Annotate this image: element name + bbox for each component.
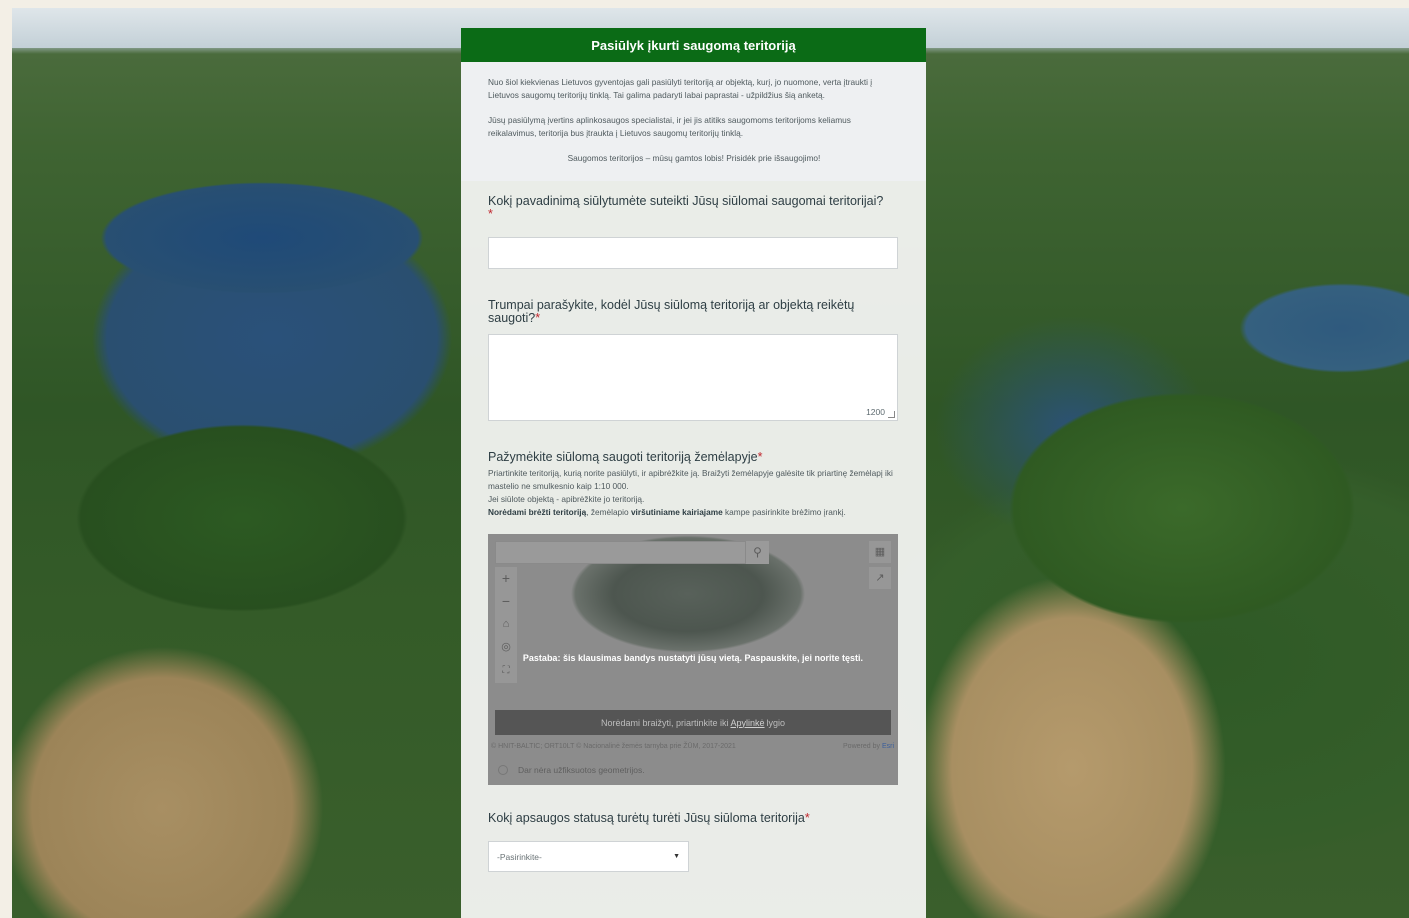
- intro-paragraph-2: Jūsų pasiūlymą įvertins aplinkosaugos sp…: [488, 115, 851, 138]
- zoom-out-icon[interactable]: −: [495, 590, 517, 613]
- required-mark: *: [757, 450, 763, 464]
- survey-form: Pasiūlyk įkurti saugomą teritoriją Nuo š…: [461, 28, 926, 918]
- map-search-button[interactable]: ⚲: [746, 541, 769, 564]
- reason-textarea[interactable]: 1200: [488, 334, 898, 421]
- map-widget[interactable]: ⚲ + − ⌂ ◎ ⛶ ▦ ↗ Pastaba: šis klausimas b…: [488, 534, 898, 785]
- name-input[interactable]: [488, 237, 898, 269]
- intro-paragraph-1: Nuo šiol kiekvienas Lietuvos gyventojas …: [488, 77, 873, 100]
- question-reason: Trumpai parašykite, kodėl Jūsų siūlomą t…: [461, 299, 926, 421]
- geometry-status: Dar nėra užfiksuotos geometrijos.: [488, 755, 898, 785]
- map-search-input[interactable]: [495, 541, 746, 564]
- zoom-in-icon[interactable]: +: [495, 567, 517, 590]
- question-map-label: Pažymėkite siūlomą saugoti teritoriją že…: [488, 450, 763, 464]
- search-icon: ⚲: [753, 545, 762, 559]
- map-help-text: Priartinkite teritoriją, kurią norite pa…: [488, 468, 893, 517]
- background-forest-right: [942, 348, 1409, 668]
- map-attribution: © HNIT-BALTIC; ORT10LT © Nacionalinė žem…: [491, 743, 736, 750]
- background-forest-left: [12, 388, 472, 648]
- form-title: Pasiūlyk įkurti saugomą teritoriją: [591, 37, 796, 53]
- resize-handle[interactable]: [888, 411, 895, 418]
- required-mark: *: [804, 811, 810, 825]
- question-map: Pažymėkite siūlomą saugoti teritoriją že…: [461, 451, 926, 785]
- home-icon[interactable]: ⌂: [495, 613, 517, 636]
- question-name-label: Kokį pavadinimą siūlytumėte suteikti Jūs…: [488, 194, 884, 221]
- char-counter: 1200: [866, 407, 885, 417]
- question-status: Kokį apsaugos statusą turėtų turėti Jūsų…: [461, 812, 926, 872]
- share-icon[interactable]: ↗: [869, 567, 891, 589]
- required-mark: *: [535, 311, 541, 325]
- zoom-level-link[interactable]: Apylinkė: [731, 718, 765, 728]
- form-header: Pasiūlyk įkurti saugomą teritoriją: [461, 28, 926, 62]
- required-mark: *: [488, 207, 493, 221]
- location-note[interactable]: Pastaba: šis klausimas bandys nustatyti …: [488, 653, 898, 663]
- map-nav-controls: + − ⌂ ◎ ⛶: [495, 567, 517, 683]
- caret-down-icon: ▼: [673, 853, 680, 860]
- question-reason-label: Trumpai parašykite, kodėl Jūsų siūlomą t…: [488, 298, 855, 325]
- draw-zoom-banner: Norėdami braižyti, priartinkite iki Apyl…: [495, 710, 891, 735]
- qr-code-icon[interactable]: ▦: [869, 541, 891, 563]
- form-intro: Nuo šiol kiekvienas Lietuvos gyventojas …: [461, 62, 926, 181]
- powered-by: Powered by Esri: [843, 743, 894, 750]
- question-name: Kokį pavadinimą siūlytumėte suteikti Jūs…: [461, 195, 926, 269]
- question-status-label: Kokį apsaugos statusą turėtų turėti Jūsų…: [488, 811, 810, 825]
- status-select[interactable]: -Pasirinkite- ▼: [488, 841, 689, 872]
- info-icon: [498, 765, 508, 775]
- intro-paragraph-3: Saugomos teritorijos – mūsų gamtos lobis…: [567, 153, 821, 163]
- esri-link[interactable]: Esri: [882, 743, 894, 750]
